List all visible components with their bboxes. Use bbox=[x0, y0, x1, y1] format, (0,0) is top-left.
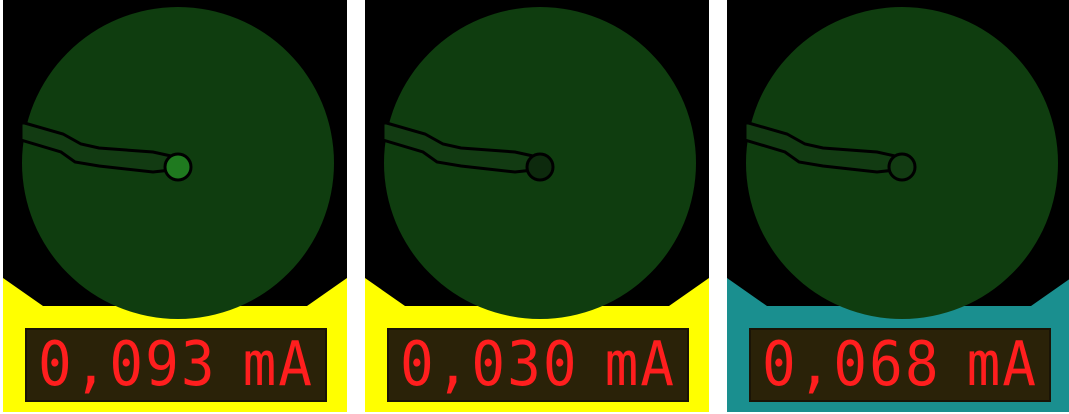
meter-panel-2: 0,030 mA bbox=[365, 0, 709, 412]
meter-3-readout: 0,068 mA bbox=[749, 328, 1051, 402]
meter-panel-1: 0,093 mA bbox=[3, 0, 347, 412]
meter-1-readout: 0,093 mA bbox=[25, 328, 327, 402]
meter-2-readout: 0,030 mA bbox=[387, 328, 689, 402]
meter-panel-3: 0,068 mA bbox=[727, 0, 1069, 412]
meter-2-readout-value: 0,030 bbox=[399, 328, 579, 401]
meter-strip: 0,093 mA 0,030 mA 0,068 mA bbox=[0, 0, 1069, 414]
meter-3-readout-unit: mA bbox=[966, 328, 1038, 401]
meter-3-needle-pivot bbox=[887, 152, 917, 182]
meter-3-readout-value: 0,068 bbox=[761, 328, 941, 401]
meter-2-readout-unit: mA bbox=[604, 328, 676, 401]
meter-2-needle-pivot bbox=[525, 152, 555, 182]
meter-1-readout-unit: mA bbox=[242, 328, 314, 401]
meter-1-readout-value: 0,093 bbox=[37, 328, 217, 401]
meter-1-needle-pivot bbox=[163, 152, 193, 182]
